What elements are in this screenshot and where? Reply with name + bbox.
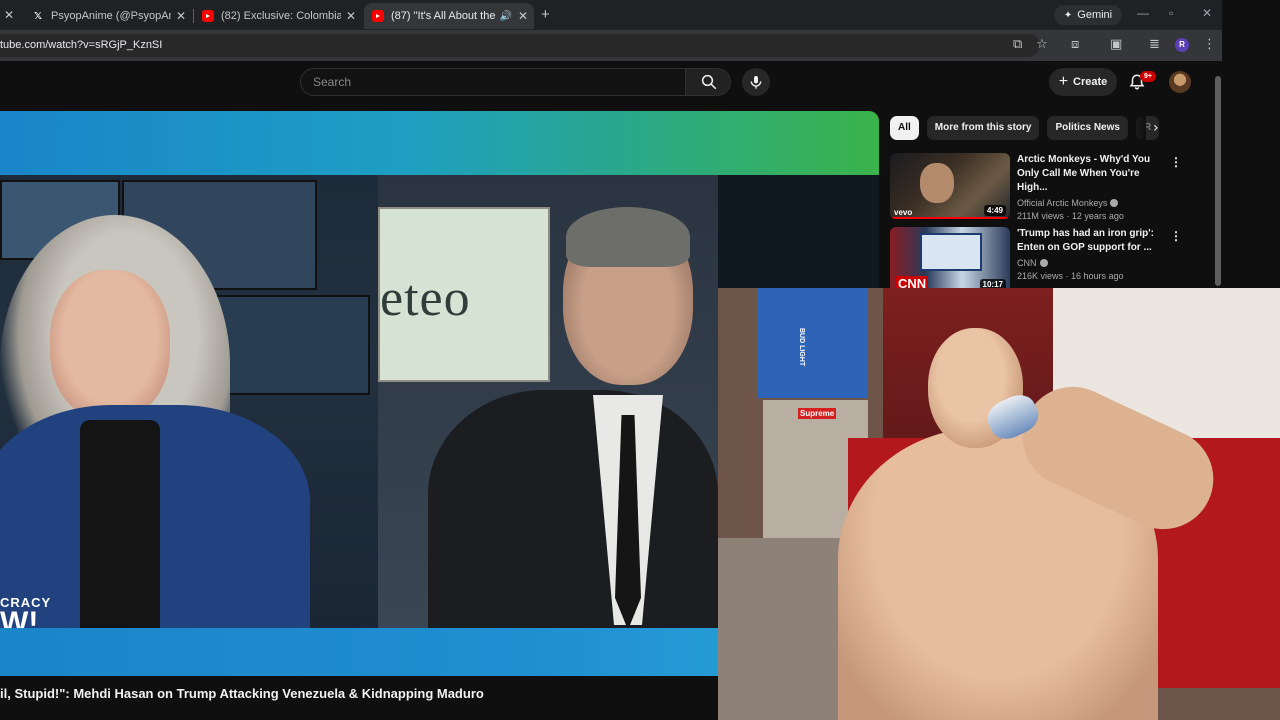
guest-panel: eteo	[378, 175, 718, 628]
gemini-button[interactable]: ✦ Gemini	[1054, 5, 1122, 25]
verified-icon	[1039, 259, 1048, 267]
sparkle-icon: ✦	[1063, 9, 1073, 21]
channel-name[interactable]: CNN	[1017, 258, 1169, 268]
x-logo-icon: 𝕏	[33, 10, 43, 22]
thumbnail-person	[920, 163, 954, 203]
tab-colombian[interactable]: (82) Exclusive: Colombian presi ✕	[194, 3, 362, 29]
account-avatar[interactable]	[1169, 71, 1191, 93]
close-icon[interactable]: ✕	[346, 9, 356, 23]
microphone-icon	[750, 76, 762, 89]
recommendation-item[interactable]: vevo 4:49 Arctic Monkeys - Why'd You Onl…	[890, 153, 1190, 221]
host-face	[50, 270, 170, 420]
media-controls-icon[interactable]: ≣	[1149, 38, 1160, 52]
create-button[interactable]: + Create	[1049, 68, 1117, 96]
chip-all[interactable]: All	[890, 116, 919, 140]
tab-oil-video[interactable]: (87) "It's All About the Oil, S 🔊 ✕	[364, 3, 534, 29]
watch-progress	[890, 217, 1010, 219]
video-thumbnail[interactable]: vevo 4:49	[890, 153, 1010, 219]
tab-psyopanime[interactable]: 𝕏 PsyopAnime (@PsyopAnime) / ✕	[24, 3, 192, 29]
recommendation-title[interactable]: Arctic Monkeys - Why'd You Only Call Me …	[1017, 153, 1169, 195]
youtube-icon	[372, 10, 384, 22]
minimize-icon[interactable]: —	[1137, 6, 1149, 20]
chip-fade	[1126, 116, 1146, 142]
close-icon[interactable]: ✕	[176, 9, 186, 23]
webcam-overlay: BUD LIGHT Supreme	[718, 288, 1280, 720]
show-banner-top	[0, 111, 879, 175]
tab-close-icon[interactable]: ✕	[4, 8, 14, 22]
youtube-icon	[202, 10, 214, 22]
window-close-icon[interactable]: ✕	[1202, 6, 1212, 20]
address-bar[interactable]: tube.com/watch?v=sRGjP_KznSI	[0, 34, 1040, 57]
vevo-badge: vevo	[894, 208, 913, 217]
view-stats: 216K views · 16 hours ago	[1017, 271, 1124, 281]
video-thumbnail[interactable]: CNN 10:17	[890, 227, 1010, 293]
more-options-icon[interactable]: ⋮	[1170, 155, 1182, 169]
recommendation-title[interactable]: 'Trump has had an iron grip': Enten on G…	[1017, 227, 1169, 255]
voice-search-button[interactable]	[742, 68, 770, 96]
more-options-icon[interactable]: ⋮	[1170, 229, 1182, 243]
chip-politics-news[interactable]: Politics News	[1047, 116, 1128, 140]
guest-suit	[428, 390, 718, 628]
video-title: il, Stupid!": Mehdi Hasan on Trump Attac…	[0, 686, 484, 701]
host-shirt	[80, 420, 160, 628]
speaker-icon[interactable]: 🔊	[500, 11, 512, 22]
bookmark-star-icon[interactable]: ☆	[1036, 38, 1048, 52]
profile-avatar[interactable]: R	[1175, 38, 1189, 52]
browser-tab-strip: ✕ 𝕏 PsyopAnime (@PsyopAnime) / ✕ (82) Ex…	[0, 0, 1222, 30]
browser-toolbar: tube.com/watch?v=sRGjP_KznSI ⧉ ☆ ⧈ ▣ ≣ ⋮	[0, 30, 1222, 61]
host-panel: CRACY W!	[0, 175, 378, 628]
search-button[interactable]	[685, 68, 731, 96]
recommendation-item[interactable]: CNN 10:17 'Trump has had an iron grip': …	[890, 227, 1190, 293]
duration-badge: 4:49	[983, 205, 1006, 216]
restore-icon[interactable]: ▫	[1169, 6, 1173, 20]
filter-chips: All More from this story Politics News R	[890, 116, 1160, 142]
install-app-icon[interactable]: ⧉	[1013, 38, 1022, 52]
close-icon[interactable]: ✕	[518, 9, 528, 23]
search-icon	[701, 74, 717, 90]
plus-icon: +	[1058, 73, 1069, 90]
chip-more-from-story[interactable]: More from this story	[926, 116, 1040, 140]
menu-dots-icon[interactable]: ⋮	[1203, 38, 1216, 52]
side-panel-icon[interactable]: ▣	[1110, 38, 1122, 52]
show-logo: CRACY W!	[0, 595, 52, 628]
verified-icon	[1110, 199, 1119, 207]
chevron-right-icon[interactable]: ›	[1153, 120, 1159, 136]
new-tab-icon[interactable]: +	[541, 6, 550, 23]
channel-name[interactable]: Official Arctic Monkeys	[1017, 198, 1169, 208]
beer-boxes: BUD LIGHT	[758, 288, 868, 398]
backdrop-sign: eteo	[378, 207, 550, 382]
notification-badge: 9+	[1140, 71, 1156, 82]
youtube-header: Search + Create 9+	[0, 61, 1222, 107]
extensions-icon[interactable]: ⧈	[1071, 38, 1079, 52]
search-input[interactable]: Search	[300, 68, 686, 96]
guest-hair	[566, 207, 690, 267]
scrollbar-thumb[interactable]	[1215, 76, 1221, 286]
thumbnail-graphic	[920, 233, 982, 271]
view-stats: 211M views · 12 years ago	[1017, 211, 1124, 221]
supreme-sticker: Supreme	[798, 408, 837, 419]
